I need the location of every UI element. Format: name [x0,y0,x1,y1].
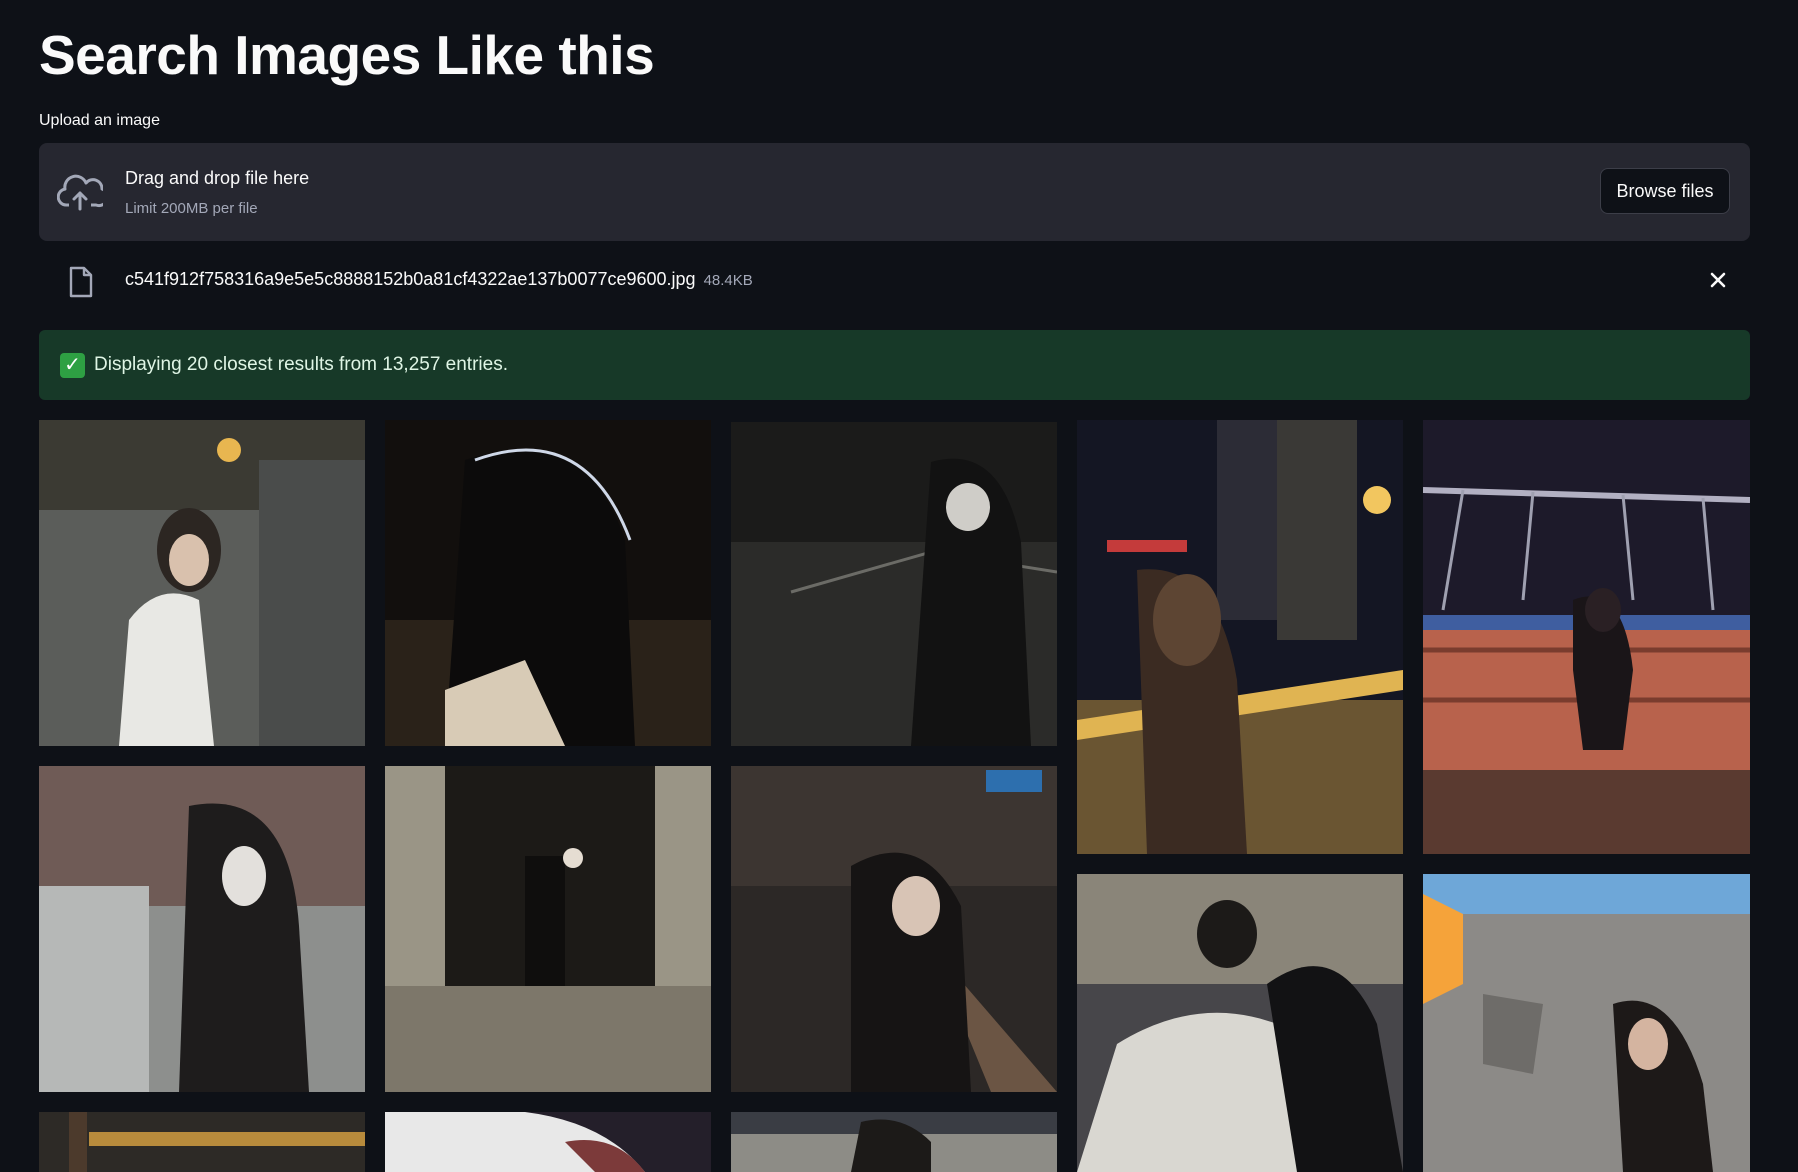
result-image[interactable] [731,422,1057,746]
alert-message: Displaying 20 closest results from 13,25… [94,354,508,375]
file-name: c541f912f758316a9e5e5c8888152b0a81cf4322… [125,269,753,290]
result-image[interactable] [731,766,1057,1092]
dropzone-title: Drag and drop file here [125,168,310,188]
result-image[interactable] [385,766,711,1092]
browse-files-button[interactable]: Browse files [1600,168,1730,214]
result-image[interactable] [1077,420,1403,854]
check-icon: ✓ [60,353,85,378]
result-image[interactable] [385,1112,711,1172]
file-dropzone[interactable]: Drag and drop file here Limit 200MB per … [39,143,1750,241]
result-image[interactable] [385,420,711,746]
file-size: 48.4KB [703,272,753,289]
result-image[interactable] [39,420,365,746]
result-image[interactable] [1423,874,1750,1172]
upload-label: Upload an image [39,112,160,129]
page-title: Search Images Like this [39,24,655,86]
result-image[interactable] [39,1112,365,1172]
result-image[interactable] [1077,874,1403,1172]
result-image[interactable] [39,766,365,1092]
uploaded-file-row: c541f912f758316a9e5e5c8888152b0a81cf4322… [39,262,1750,298]
dropzone-limit: Limit 200MB per file [125,200,258,217]
close-icon[interactable] [1708,270,1728,290]
result-image[interactable] [731,1112,1057,1172]
cloud-upload-icon [57,174,103,211]
success-alert: ✓ Displaying 20 closest results from 13,… [39,330,1750,400]
file-name-text: c541f912f758316a9e5e5c8888152b0a81cf4322… [125,269,696,289]
file-icon [69,266,93,298]
result-image[interactable] [1423,420,1750,854]
